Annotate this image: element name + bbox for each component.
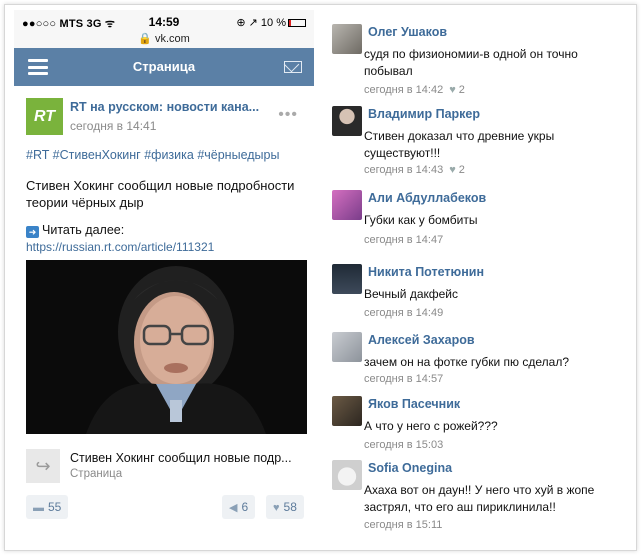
megaphone-icon: ◀ xyxy=(229,502,238,514)
mail-icon[interactable] xyxy=(284,61,302,73)
avatar[interactable] xyxy=(332,332,362,362)
read-more: ➜ Читать далее: xyxy=(22,223,306,238)
phone-screen: ●●○○○ MTS 3G ᯤ 14:59 ⊕ ↗ 10 % 🔒 vk.com С… xyxy=(14,10,314,545)
shared-subtitle: Страница xyxy=(70,468,123,480)
repost-button[interactable]: ◀ 6 xyxy=(222,495,256,519)
article-link[interactable]: https://russian.rt.com/article/111321 xyxy=(22,240,306,254)
post: RT RT на русском: новости кана... сегодн… xyxy=(14,98,314,525)
comment-icon: ▬ xyxy=(33,502,44,514)
comment-meta: сегодня в 15:11 xyxy=(364,519,442,531)
post-actions: ▬ 55 ◀ 6 ♥ 58 xyxy=(22,495,306,525)
comments-button[interactable]: ▬ 55 xyxy=(26,495,69,519)
heart-icon: ♥ xyxy=(273,502,280,514)
rt-logo[interactable]: RT xyxy=(26,98,63,135)
avatar[interactable] xyxy=(332,460,362,490)
post-text: Стивен Хокинг сообщил новые подробности … xyxy=(26,178,295,210)
comment-author[interactable]: Али Абдуллабеков xyxy=(368,191,486,205)
comment-meta: сегодня в 14:47 xyxy=(364,234,443,246)
avatar[interactable] xyxy=(332,264,362,294)
like-icon[interactable]: ♥ xyxy=(449,84,456,96)
battery-icon xyxy=(288,19,306,27)
comment-text: А что у него с рожей??? xyxy=(364,419,498,433)
app-header: Страница xyxy=(14,48,314,86)
comment-time: сегодня в 14:42 xyxy=(364,84,444,96)
avatar[interactable] xyxy=(332,24,362,54)
arrow-right-icon: ➜ xyxy=(26,226,39,238)
comment-text: Вечный дакфейс xyxy=(364,287,458,301)
more-options-icon[interactable]: ••• xyxy=(278,106,298,124)
comment-likes: 2 xyxy=(458,164,465,176)
post-header: RT RT на русском: новости кана... сегодн… xyxy=(22,98,306,146)
comment-author[interactable]: Владимир Паркер xyxy=(368,107,480,121)
avatar[interactable] xyxy=(332,396,362,426)
read-more-label: Читать далее: xyxy=(42,223,125,237)
comment-likes: 2 xyxy=(458,84,465,96)
status-right: ⊕ ↗ 10 % xyxy=(236,16,306,29)
likes-count: 58 xyxy=(283,500,297,514)
avatar[interactable] xyxy=(332,106,362,136)
comment-time: сегодня в 14:47 xyxy=(364,234,444,246)
shared-title: Стивен Хокинг сообщил новые подр... xyxy=(70,451,292,465)
comment-time: сегодня в 15:11 xyxy=(364,519,443,531)
shared-link-card[interactable]: ↪ Стивен Хокинг сообщил новые подр... Ст… xyxy=(22,447,306,493)
avatar[interactable] xyxy=(332,190,362,220)
comment-author[interactable]: Sofia Onegina xyxy=(368,461,452,475)
comment-author[interactable]: Алексей Захаров xyxy=(368,333,475,347)
comment-text: судя по физиономии-в одной он точно побы… xyxy=(364,47,578,78)
comment-meta: сегодня в 14:43 ♥ 2 xyxy=(364,164,465,176)
comment-text: Ахаха вот он даун!! У него что хуй в жоп… xyxy=(364,483,595,514)
comments-count: 55 xyxy=(48,500,62,514)
url-bar[interactable]: 🔒 vk.com xyxy=(14,32,314,45)
status-right-text: ⊕ ↗ 10 % xyxy=(236,17,286,29)
comment-time: сегодня в 14:49 xyxy=(364,307,444,319)
comment-time: сегодня в 14:43 xyxy=(364,164,444,176)
comment-meta: сегодня в 14:49 xyxy=(364,307,443,319)
like-icon[interactable]: ♥ xyxy=(449,164,456,176)
reposts-count: 6 xyxy=(241,500,249,514)
portrait-image xyxy=(26,260,307,434)
comment-meta: сегодня в 15:03 xyxy=(364,439,443,451)
comment-text: Губки как у бомбиты xyxy=(364,213,478,227)
comment-meta: сегодня в 14:57 xyxy=(364,373,443,385)
comment-time: сегодня в 15:03 xyxy=(364,439,444,451)
like-button[interactable]: ♥ 58 xyxy=(266,495,304,519)
comment-author[interactable]: Яков Пасечник xyxy=(368,397,460,411)
comment-text: зачем он на фотке губки пю сделал? xyxy=(364,355,569,369)
comment-author[interactable]: Никита Потетюнин xyxy=(368,265,484,279)
post-photo[interactable] xyxy=(26,260,307,434)
share-arrow-icon: ↪ xyxy=(26,449,60,483)
comment-author[interactable]: Олег Ушаков xyxy=(368,25,447,39)
status-bar: ●●○○○ MTS 3G ᯤ 14:59 ⊕ ↗ 10 % 🔒 vk.com xyxy=(14,10,314,48)
post-hashtags[interactable]: #RT #СтивенХокинг #физика #чёрныедыры xyxy=(22,148,306,162)
comment-time: сегодня в 14:57 xyxy=(364,373,444,385)
comment-text: Стивен доказал что древние укры существу… xyxy=(364,129,555,160)
post-author[interactable]: RT на русском: новости кана... xyxy=(70,100,259,114)
page-title: Страница xyxy=(132,59,196,74)
comment-meta: сегодня в 14:42 ♥ 2 xyxy=(364,84,465,96)
post-date: сегодня в 14:41 xyxy=(70,119,157,133)
